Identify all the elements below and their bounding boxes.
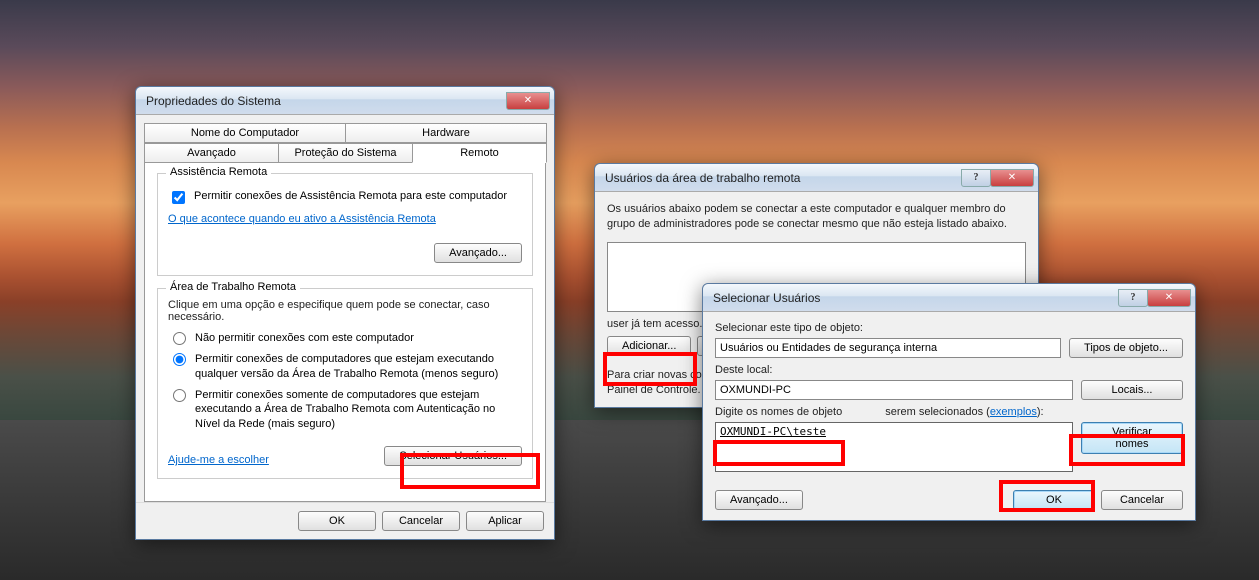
tab-remote[interactable]: Remoto <box>412 143 547 163</box>
tab-computer-name[interactable]: Nome do Computador <box>144 123 346 143</box>
intro-text: Os usuários abaixo podem se conectar a e… <box>607 202 1026 232</box>
location-field[interactable] <box>715 380 1073 400</box>
help-me-choose-link[interactable]: Ajude-me a escolher <box>168 454 269 466</box>
remote-assistance-help-link[interactable]: O que acontece quando eu ativo a Assistê… <box>168 213 436 225</box>
help-icon[interactable]: ? <box>1118 289 1148 307</box>
close-icon[interactable]: ✕ <box>990 169 1034 187</box>
system-properties-window: Propriedades do Sistema ✕ Nome do Comput… <box>135 86 555 540</box>
tab-remote-body: Assistência Remota Permitir conexões de … <box>144 163 546 502</box>
object-type-field[interactable] <box>715 338 1061 358</box>
tab-hardware[interactable]: Hardware <box>345 123 547 143</box>
dialog-body: Selecionar este tipo de objeto: Tipos de… <box>703 312 1195 520</box>
help-icon[interactable]: ? <box>961 169 991 187</box>
tab-system-protection[interactable]: Proteção do Sistema <box>278 143 413 163</box>
apply-button[interactable]: Aplicar <box>466 511 544 531</box>
select-users-window: Selecionar Usuários ? ✕ Selecionar este … <box>702 283 1196 521</box>
remote-desktop-intro: Clique em uma opção e especifique quem p… <box>168 299 522 323</box>
group-title: Assistência Remota <box>166 166 271 178</box>
remote-assistance-group: Assistência Remota Permitir conexões de … <box>157 173 533 276</box>
radio-input[interactable] <box>173 332 186 345</box>
cancel-button[interactable]: Cancelar <box>382 511 460 531</box>
radio-input[interactable] <box>173 389 186 402</box>
allow-remote-assistance-checkbox[interactable]: Permitir conexões de Assistência Remota … <box>168 190 522 207</box>
titlebar[interactable]: Usuários da área de trabalho remota ? ✕ <box>595 164 1038 192</box>
ok-button[interactable]: OK <box>298 511 376 531</box>
location-label: Deste local: <box>715 364 1183 376</box>
select-users-button[interactable]: Selecionar Usuários... <box>384 446 522 466</box>
check-names-button[interactable]: Verificar nomes <box>1081 422 1183 454</box>
object-names-input[interactable] <box>715 422 1073 472</box>
radio-allow-any-version[interactable]: Permitir conexões de computadores que es… <box>168 352 522 382</box>
titlebar[interactable]: Propriedades do Sistema ✕ <box>136 87 554 115</box>
cancel-button[interactable]: Cancelar <box>1101 490 1183 510</box>
checkbox-input[interactable] <box>172 191 185 204</box>
names-label: Digite os nomes de objeto serem selecion… <box>715 406 1183 418</box>
close-icon[interactable]: ✕ <box>506 92 550 110</box>
group-title: Área de Trabalho Remota <box>166 281 300 293</box>
ok-button[interactable]: OK <box>1013 490 1095 510</box>
advanced-button[interactable]: Avançado... <box>715 490 803 510</box>
radio-allow-nla-only[interactable]: Permitir conexões somente de computadore… <box>168 388 522 433</box>
object-types-button[interactable]: Tipos de objeto... <box>1069 338 1183 358</box>
window-title: Propriedades do Sistema <box>146 94 507 108</box>
add-button[interactable]: Adicionar... <box>607 336 691 356</box>
titlebar[interactable]: Selecionar Usuários ? ✕ <box>703 284 1195 312</box>
close-icon[interactable]: ✕ <box>1147 289 1191 307</box>
remote-desktop-group: Área de Trabalho Remota Clique em uma op… <box>157 288 533 479</box>
object-type-label: Selecionar este tipo de objeto: <box>715 322 1183 334</box>
locations-button[interactable]: Locais... <box>1081 380 1183 400</box>
radio-no-connections[interactable]: Não permitir conexões com este computado… <box>168 331 522 346</box>
dialog-buttons: OK Cancelar Aplicar <box>136 502 554 539</box>
tabs: Nome do Computador Hardware Avançado Pro… <box>144 123 546 163</box>
remote-assistance-advanced-button[interactable]: Avançado... <box>434 243 522 263</box>
radio-input[interactable] <box>173 353 186 366</box>
window-title: Usuários da área de trabalho remota <box>605 171 962 185</box>
examples-link[interactable]: exemplos <box>990 406 1037 418</box>
tab-advanced[interactable]: Avançado <box>144 143 279 163</box>
window-title: Selecionar Usuários <box>713 291 1119 305</box>
